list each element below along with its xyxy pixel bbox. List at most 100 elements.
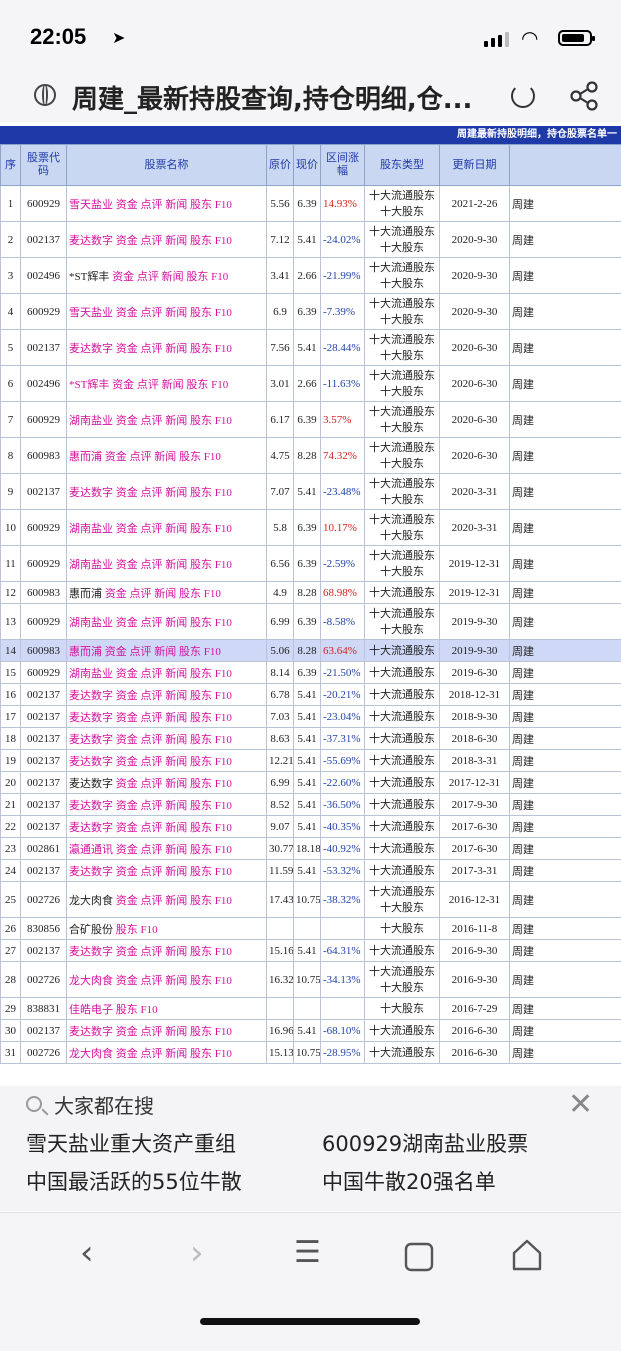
review-link[interactable]: 点评 — [141, 559, 163, 571]
holder-link[interactable]: 周建 — [512, 487, 534, 499]
holder-link[interactable]: 周建 — [512, 271, 534, 283]
review-link[interactable]: 点评 — [141, 523, 163, 535]
holder-link[interactable]: 周建 — [512, 778, 534, 790]
funds-link[interactable]: 资金 — [116, 1048, 138, 1060]
f10-link[interactable]: F10 — [215, 690, 232, 702]
news-link[interactable]: 新闻 — [165, 559, 187, 571]
stock-name-link[interactable]: 麦达数字 — [69, 946, 113, 958]
stock-name-link[interactable]: 惠而浦 — [69, 646, 102, 658]
holder-link[interactable]: 周建 — [512, 668, 534, 680]
holders-link[interactable]: 股东 — [190, 712, 212, 724]
funds-link[interactable]: 资金 — [105, 588, 127, 600]
review-link[interactable]: 点评 — [137, 271, 159, 283]
holders-link[interactable]: 股东 — [190, 1026, 212, 1038]
news-link[interactable]: 新闻 — [165, 734, 187, 746]
review-link[interactable]: 点评 — [141, 199, 163, 211]
news-link[interactable]: 新闻 — [165, 756, 187, 768]
f10-link[interactable]: F10 — [215, 756, 232, 768]
funds-link[interactable]: 资金 — [116, 895, 138, 907]
news-link[interactable]: 新闻 — [165, 690, 187, 702]
f10-link[interactable]: F10 — [215, 199, 232, 211]
news-link[interactable]: 新闻 — [165, 866, 187, 878]
stock-name-link[interactable]: 湖南盐业 — [69, 668, 113, 680]
f10-link[interactable]: F10 — [204, 588, 221, 600]
holder-link[interactable]: 周建 — [512, 415, 534, 427]
stock-name-link[interactable]: 雪天盐业 — [69, 199, 113, 211]
holders-link[interactable]: 股东 — [190, 199, 212, 211]
f10-link[interactable]: F10 — [204, 451, 221, 463]
f10-link[interactable]: F10 — [215, 800, 232, 812]
holders-link[interactable]: 股东 — [116, 1004, 138, 1016]
holders-link[interactable]: 股东 — [190, 975, 212, 987]
holders-link[interactable]: 股东 — [190, 800, 212, 812]
news-link[interactable]: 新闻 — [154, 646, 176, 658]
news-link[interactable]: 新闻 — [165, 712, 187, 724]
close-icon[interactable]: ✕ — [568, 1092, 593, 1118]
holders-link[interactable]: 股东 — [190, 946, 212, 958]
holder-link[interactable]: 周建 — [512, 800, 534, 812]
holders-link[interactable]: 股东 — [190, 866, 212, 878]
review-link[interactable]: 点评 — [141, 307, 163, 319]
holder-link[interactable]: 周建 — [512, 617, 534, 629]
stock-name-link[interactable]: 湖南盐业 — [69, 617, 113, 629]
funds-link[interactable]: 资金 — [116, 975, 138, 987]
f10-link[interactable]: F10 — [215, 235, 232, 247]
news-link[interactable]: 新闻 — [165, 487, 187, 499]
review-link[interactable]: 点评 — [141, 668, 163, 680]
funds-link[interactable]: 资金 — [116, 734, 138, 746]
holder-link[interactable]: 周建 — [512, 756, 534, 768]
review-link[interactable]: 点评 — [141, 1048, 163, 1060]
funds-link[interactable]: 资金 — [116, 778, 138, 790]
review-link[interactable]: 点评 — [141, 1026, 163, 1038]
stock-name-link[interactable]: 麦达数字 — [69, 1026, 113, 1038]
holders-link[interactable]: 股东 — [179, 588, 201, 600]
f10-link[interactable]: F10 — [211, 271, 228, 283]
holders-link[interactable]: 股东 — [190, 1048, 212, 1060]
stock-name-link[interactable]: 雪天盐业 — [69, 307, 113, 319]
review-link[interactable]: 点评 — [141, 756, 163, 768]
holder-link[interactable]: 周建 — [512, 690, 534, 702]
funds-link[interactable]: 资金 — [105, 451, 127, 463]
funds-link[interactable]: 资金 — [116, 235, 138, 247]
review-link[interactable]: 点评 — [141, 617, 163, 629]
stock-name-link[interactable]: 惠而浦 — [69, 588, 102, 600]
holders-link[interactable]: 股东 — [186, 271, 208, 283]
back-icon[interactable]: ‹ — [80, 1233, 94, 1273]
f10-link[interactable]: F10 — [215, 307, 232, 319]
f10-link[interactable]: F10 — [211, 379, 228, 391]
f10-link[interactable]: F10 — [215, 866, 232, 878]
news-link[interactable]: 新闻 — [165, 307, 187, 319]
funds-link[interactable]: 资金 — [116, 617, 138, 629]
holders-link[interactable]: 股东 — [116, 924, 138, 936]
review-link[interactable]: 点评 — [141, 866, 163, 878]
funds-link[interactable]: 资金 — [116, 712, 138, 724]
funds-link[interactable]: 资金 — [112, 379, 134, 391]
holder-link[interactable]: 周建 — [512, 588, 534, 600]
funds-link[interactable]: 资金 — [116, 199, 138, 211]
holder-link[interactable]: 周建 — [512, 895, 534, 907]
review-link[interactable]: 点评 — [130, 646, 152, 658]
stock-name-link[interactable]: 龙大肉食 — [69, 975, 113, 987]
holders-link[interactable]: 股东 — [190, 523, 212, 535]
holders-link[interactable]: 股东 — [190, 617, 212, 629]
funds-link[interactable]: 资金 — [116, 946, 138, 958]
holder-link[interactable]: 周建 — [512, 523, 534, 535]
stock-name-link[interactable]: 湖南盐业 — [69, 523, 113, 535]
news-link[interactable]: 新闻 — [165, 778, 187, 790]
funds-link[interactable]: 资金 — [116, 415, 138, 427]
holder-link[interactable]: 周建 — [512, 822, 534, 834]
news-link[interactable]: 新闻 — [165, 895, 187, 907]
holders-link[interactable]: 股东 — [190, 778, 212, 790]
holders-link[interactable]: 股东 — [190, 559, 212, 571]
holder-link[interactable]: 周建 — [512, 946, 534, 958]
stock-name-link[interactable]: *ST辉丰 — [69, 271, 109, 283]
news-link[interactable]: 新闻 — [165, 946, 187, 958]
f10-link[interactable]: F10 — [215, 668, 232, 680]
holders-link[interactable]: 股东 — [190, 844, 212, 856]
f10-link[interactable]: F10 — [215, 559, 232, 571]
news-link[interactable]: 新闻 — [165, 1026, 187, 1038]
holder-link[interactable]: 周建 — [512, 866, 534, 878]
f10-link[interactable]: F10 — [215, 343, 232, 355]
suggestion-link[interactable]: 中国牛散20强名单 — [322, 1166, 496, 1196]
holders-link[interactable]: 股东 — [190, 734, 212, 746]
